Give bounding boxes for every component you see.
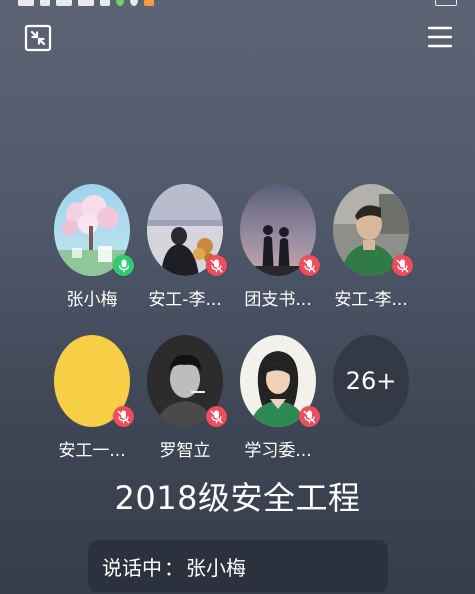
participant-item[interactable]: 安工一...	[54, 335, 134, 461]
participant-item[interactable]: 张小梅	[54, 184, 134, 310]
participant-name: 安工-李...	[334, 290, 408, 310]
participant-name: 安工-李...	[148, 290, 222, 310]
hamburger-menu-icon	[427, 26, 453, 48]
avatar-wrap	[54, 184, 134, 276]
speaking-prefix: 说话中	[102, 555, 162, 580]
speaking-colon: ：	[164, 555, 184, 580]
app-icon	[130, 0, 138, 6]
signal-icon	[40, 0, 50, 6]
microphone-muted-icon	[117, 410, 130, 423]
status-bar	[0, 0, 475, 9]
participant-name: 张小梅	[66, 290, 118, 310]
participant-name: 安工一...	[58, 441, 126, 461]
speaking-banner: 说话中：张小梅	[88, 540, 388, 592]
status-icons	[18, 0, 154, 6]
microphone-muted-icon	[210, 259, 223, 272]
app-icon	[116, 0, 124, 6]
avatar-wrap	[147, 335, 227, 427]
participant-item[interactable]: 安工-李...	[147, 184, 227, 310]
participant-item[interactable]: 学习委...	[240, 335, 320, 461]
participant-item[interactable]: 团支书...	[240, 184, 320, 310]
participant-item[interactable]: 罗智立	[147, 335, 227, 461]
message-icon	[18, 0, 34, 6]
participant-item[interactable]: 安工-李...	[333, 184, 413, 310]
menu-button[interactable]	[427, 24, 453, 50]
wifi-icon	[100, 0, 110, 6]
mic-active-badge	[113, 255, 134, 276]
avatar-wrap	[54, 335, 134, 427]
app-icon	[144, 0, 154, 6]
minimize-button[interactable]	[24, 24, 52, 52]
microphone-muted-icon	[303, 259, 316, 272]
mic-muted-badge	[113, 406, 134, 427]
avatar-wrap	[240, 184, 320, 276]
mic-muted-badge	[299, 406, 320, 427]
speaking-name: 张小梅	[186, 555, 246, 580]
more-participants[interactable]: 26+	[333, 335, 409, 461]
avatar-wrap	[240, 335, 320, 427]
more-participants-count[interactable]: 26+	[333, 335, 409, 427]
microphone-icon	[118, 259, 129, 272]
mic-muted-badge	[392, 255, 413, 276]
participant-name: 学习委...	[244, 441, 312, 461]
avatar-wrap	[333, 184, 413, 276]
participant-name: 团支书...	[244, 290, 312, 310]
status-right	[435, 0, 457, 6]
mic-muted-badge	[299, 255, 320, 276]
signal-icon	[56, 0, 72, 6]
mic-muted-badge	[206, 406, 227, 427]
microphone-muted-icon	[210, 410, 223, 423]
battery-icon	[435, 0, 457, 6]
participant-name: 罗智立	[159, 441, 211, 461]
microphone-muted-icon	[396, 259, 409, 272]
participant-grid: 张小梅 安工-李... 团支书... 安工-李... 安工一... 罗智立 学习…	[54, 184, 434, 461]
minimize-arrows-icon	[24, 24, 52, 52]
signal-icon	[78, 0, 94, 6]
avatar-wrap	[147, 184, 227, 276]
microphone-muted-icon	[303, 410, 316, 423]
group-title: 2018级安全工程	[114, 479, 361, 517]
mic-muted-badge	[206, 255, 227, 276]
